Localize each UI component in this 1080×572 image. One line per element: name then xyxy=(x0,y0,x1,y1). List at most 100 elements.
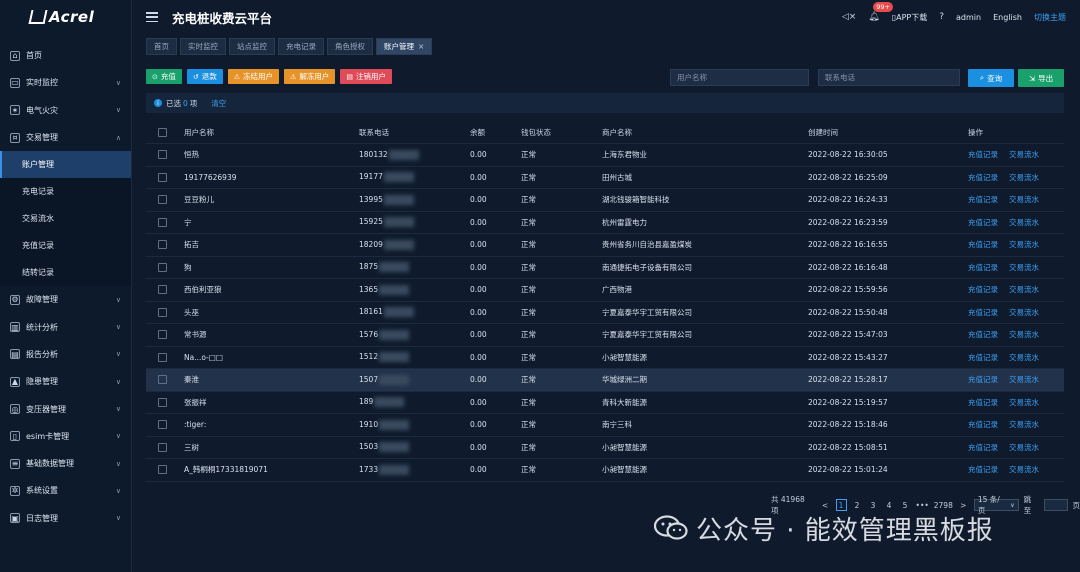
row-checkbox[interactable] xyxy=(158,172,167,182)
sidebar-subitem[interactable]: 充电记录 xyxy=(0,178,131,206)
row-checkbox[interactable] xyxy=(158,465,167,475)
recharge-records-link[interactable]: 充值记录 xyxy=(968,443,998,452)
row-checkbox[interactable] xyxy=(158,375,167,385)
table-row[interactable]: 拓吉 18209 0.00 正常 贵州省务川自治县嘉盈煤炭 2022-08-22 16:1… xyxy=(146,234,1064,257)
row-checkbox[interactable] xyxy=(158,150,167,160)
transaction-flow-link[interactable]: 交易流水 xyxy=(1009,195,1039,204)
sidebar-subitem[interactable]: 交易流水 xyxy=(0,205,131,233)
recharge-records-link[interactable]: 充值记录 xyxy=(968,150,998,159)
bell-icon[interactable]: 🔔︎ 99+ xyxy=(868,2,893,22)
cancel-user-button[interactable]: ▤ 注销用户 xyxy=(340,69,392,84)
recharge-records-link[interactable]: 充值记录 xyxy=(968,330,998,339)
row-checkbox[interactable] xyxy=(158,285,167,295)
export-button[interactable]: ⇲ 导出 xyxy=(1018,69,1064,87)
sidebar-item-fault[interactable]: ⚙ 故障管理 ∨ xyxy=(0,286,131,313)
table-row[interactable]: 秦淮 1507 0.00 正常 华城绿洲二期 2022-08-22 15:28:17 充值记… xyxy=(146,369,1064,392)
tab-item[interactable]: 角色授权 xyxy=(327,38,373,55)
recharge-records-link[interactable]: 充值记录 xyxy=(968,420,998,429)
sidebar-item-stats[interactable]: ▥ 统计分析 ∨ xyxy=(0,313,131,340)
transaction-flow-link[interactable]: 交易流水 xyxy=(1009,173,1039,182)
transaction-flow-link[interactable]: 交易流水 xyxy=(1009,240,1039,249)
tab-item[interactable]: 账户管理 × xyxy=(376,38,433,55)
brand-logo[interactable]: Acrel xyxy=(0,0,131,34)
recharge-button[interactable]: ⊙ 充值 xyxy=(146,69,182,84)
transaction-flow-link[interactable]: 交易流水 xyxy=(1009,263,1039,272)
goto-page-input[interactable] xyxy=(1043,499,1068,511)
sidebar-item-report[interactable]: ▤ 报告分析 ∨ xyxy=(0,341,131,368)
mute-icon[interactable]: ◁× xyxy=(842,12,856,22)
menu-toggle-icon[interactable] xyxy=(146,12,158,22)
tab-item[interactable]: 充电记录 xyxy=(278,38,324,55)
row-checkbox[interactable] xyxy=(158,420,167,430)
row-checkbox[interactable] xyxy=(158,307,167,317)
transaction-flow-link[interactable]: 交易流水 xyxy=(1009,353,1039,362)
recharge-records-link[interactable]: 充值记录 xyxy=(968,218,998,227)
sidebar-item-transaction[interactable]: ¤ 交易管理 ∧ xyxy=(0,124,131,151)
user-menu[interactable]: admin xyxy=(956,13,981,22)
clear-selection-link[interactable]: 清空 xyxy=(211,98,226,109)
transaction-flow-link[interactable]: 交易流水 xyxy=(1009,330,1039,339)
table-row[interactable]: 西伯利亚狼 1365 0.00 正常 广西物港 2022-08-22 15:59:56 充值… xyxy=(146,279,1064,302)
row-checkbox[interactable] xyxy=(158,217,167,227)
transaction-flow-link[interactable]: 交易流水 xyxy=(1009,375,1039,384)
transaction-flow-link[interactable]: 交易流水 xyxy=(1009,443,1039,452)
recharge-records-link[interactable]: 充值记录 xyxy=(968,465,998,474)
table-row[interactable]: 狗 1875 0.00 正常 南通捷拓电子设备有限公司 2022-08-22 16:16:… xyxy=(146,257,1064,279)
table-row[interactable]: 张振祥 189 0.00 正常 青科大新能源 2022-08-22 15:19:57 充值记… xyxy=(146,392,1064,414)
transaction-flow-link[interactable]: 交易流水 xyxy=(1009,218,1039,227)
row-checkbox[interactable] xyxy=(158,262,167,272)
table-row[interactable]: A_韩桐桐17331819071 1733 0.00 正常 小昶智慧能源 2022-08-… xyxy=(146,459,1064,482)
recharge-records-link[interactable]: 充值记录 xyxy=(968,375,998,384)
recharge-records-link[interactable]: 充值记录 xyxy=(968,195,998,204)
recharge-records-link[interactable]: 充值记录 xyxy=(968,173,998,182)
phone-input[interactable]: 联系电话 xyxy=(818,69,960,86)
transaction-flow-link[interactable]: 交易流水 xyxy=(1009,398,1039,407)
sidebar-item-settings[interactable]: ✲ 系统设置 ∨ xyxy=(0,477,131,504)
sidebar-subitem[interactable]: 账户管理 xyxy=(0,151,131,179)
recharge-records-link[interactable]: 充值记录 xyxy=(968,308,998,317)
sidebar-item-transformer[interactable]: ◎ 变压器管理 ∨ xyxy=(0,395,131,422)
recharge-records-link[interactable]: 充值记录 xyxy=(968,285,998,294)
transaction-flow-link[interactable]: 交易流水 xyxy=(1009,465,1039,474)
sidebar-item-monitor[interactable]: ▭ 实时监控 ∨ xyxy=(0,69,131,96)
theme-switch[interactable]: 切换主题 xyxy=(1034,12,1066,23)
table-row[interactable]: 头巫 18161 0.00 正常 宁夏嘉泰华宇工贸有限公司 2022-08-22 15:5… xyxy=(146,302,1064,324)
sidebar-subitem[interactable]: 结转记录 xyxy=(0,259,131,287)
table-row[interactable]: 恒热 180132 0.00 正常 上海东君物业 2022-08-22 16:30:05 充… xyxy=(146,144,1064,167)
table-row[interactable]: :tiger: 1910 0.00 正常 南宁三科 2022-08-22 15:18:46… xyxy=(146,414,1064,437)
transaction-flow-link[interactable]: 交易流水 xyxy=(1009,308,1039,317)
transaction-flow-link[interactable]: 交易流水 xyxy=(1009,420,1039,429)
sidebar-item-fire[interactable]: ✶ 电气火灾 ∨ xyxy=(0,97,131,124)
transaction-flow-link[interactable]: 交易流水 xyxy=(1009,285,1039,294)
table-row[interactable]: 19177626939 19177 0.00 正常 田州古城 2022-08-22 16:… xyxy=(146,167,1064,189)
sidebar-item-database[interactable]: ≡ 基础数据管理 ∨ xyxy=(0,450,131,477)
freeze-user-button[interactable]: ⚠ 冻结用户 xyxy=(227,69,280,84)
table-row[interactable]: 宁 15925 0.00 正常 杭州雷霆电力 2022-08-22 16:23:59 充值记… xyxy=(146,212,1064,234)
tab-item[interactable]: 首页 xyxy=(146,38,177,55)
query-button[interactable]: ⌕ 查询 xyxy=(968,69,1014,87)
row-checkbox[interactable] xyxy=(158,195,167,205)
recharge-records-link[interactable]: 充值记录 xyxy=(968,353,998,362)
sidebar-subitem[interactable]: 充值记录 xyxy=(0,232,131,260)
row-checkbox[interactable] xyxy=(158,397,167,407)
table-row[interactable]: 三树 1503 0.00 正常 小昶智慧能源 2022-08-22 15:08:51 充值记… xyxy=(146,437,1064,459)
sidebar-item-log[interactable]: ▣ 日志管理 ∨ xyxy=(0,505,131,532)
app-download-link[interactable]: ▯APP下载 xyxy=(892,12,928,23)
recharge-records-link[interactable]: 充值记录 xyxy=(968,263,998,272)
sidebar-item-home[interactable]: ⌂ 首页 xyxy=(0,42,131,69)
row-checkbox[interactable] xyxy=(158,442,167,452)
recharge-records-link[interactable]: 充值记录 xyxy=(968,240,998,249)
unfreeze-user-button[interactable]: ⚠ 解冻用户 xyxy=(284,69,336,84)
row-checkbox[interactable] xyxy=(158,240,167,250)
recharge-records-link[interactable]: 充值记录 xyxy=(968,398,998,407)
table-row[interactable]: Na...o-□□ 1512 0.00 正常 小昶智慧能源 2022-08-22 15:4… xyxy=(146,347,1064,369)
close-icon[interactable]: × xyxy=(418,42,424,51)
user-name-input[interactable]: 用户名称 xyxy=(670,69,809,86)
tab-item[interactable]: 实时监控 xyxy=(180,38,226,55)
sidebar-item-sim[interactable]: ▯ esim卡管理 ∨ xyxy=(0,423,131,450)
row-checkbox[interactable] xyxy=(158,352,167,362)
sidebar-item-hazard[interactable]: ▲ 隐患管理 ∨ xyxy=(0,368,131,395)
transaction-flow-link[interactable]: 交易流水 xyxy=(1009,150,1039,159)
help-icon[interactable]: ? xyxy=(939,12,944,22)
select-all-checkbox[interactable] xyxy=(158,127,167,137)
